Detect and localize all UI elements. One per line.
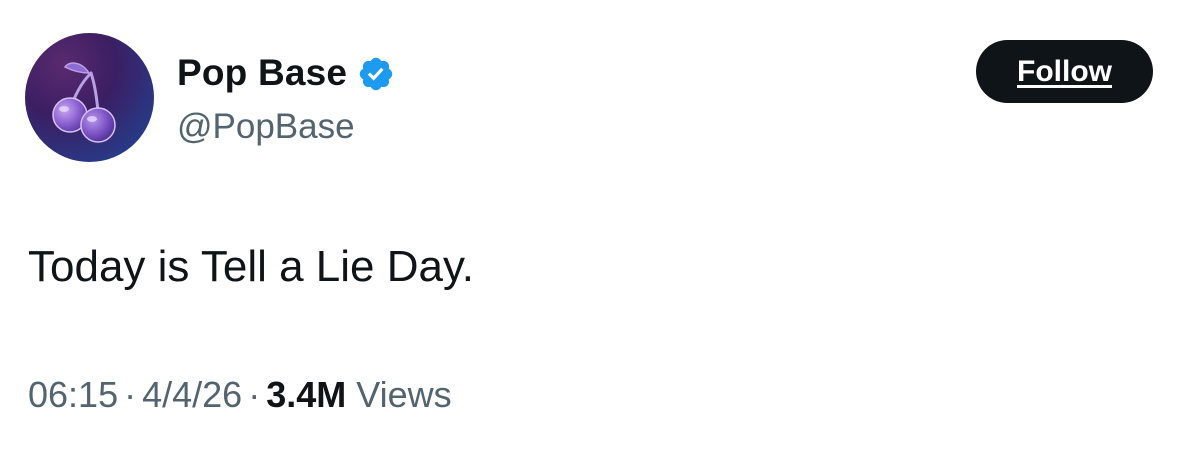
tweet-metadata: 06:15 · 4/4/26 · 3.4M Views xyxy=(28,372,452,418)
separator: · xyxy=(248,374,261,415)
avatar[interactable] xyxy=(25,33,154,162)
follow-button[interactable]: Follow xyxy=(976,40,1153,103)
verified-badge-icon xyxy=(359,57,393,91)
cherry-icon xyxy=(25,33,154,162)
views-count: 3.4M xyxy=(266,374,347,415)
separator: · xyxy=(124,374,137,415)
author-handle[interactable]: @PopBase xyxy=(177,106,355,148)
views-label: Views xyxy=(356,374,452,415)
tweet-text: Today is Tell a Lie Day. xyxy=(28,242,474,291)
author-display-name[interactable]: Pop Base xyxy=(177,51,395,95)
tweet-time[interactable]: 06:15 xyxy=(28,374,118,415)
tweet-date[interactable]: 4/4/26 xyxy=(142,374,242,415)
author-name: Pop Base xyxy=(177,52,348,93)
